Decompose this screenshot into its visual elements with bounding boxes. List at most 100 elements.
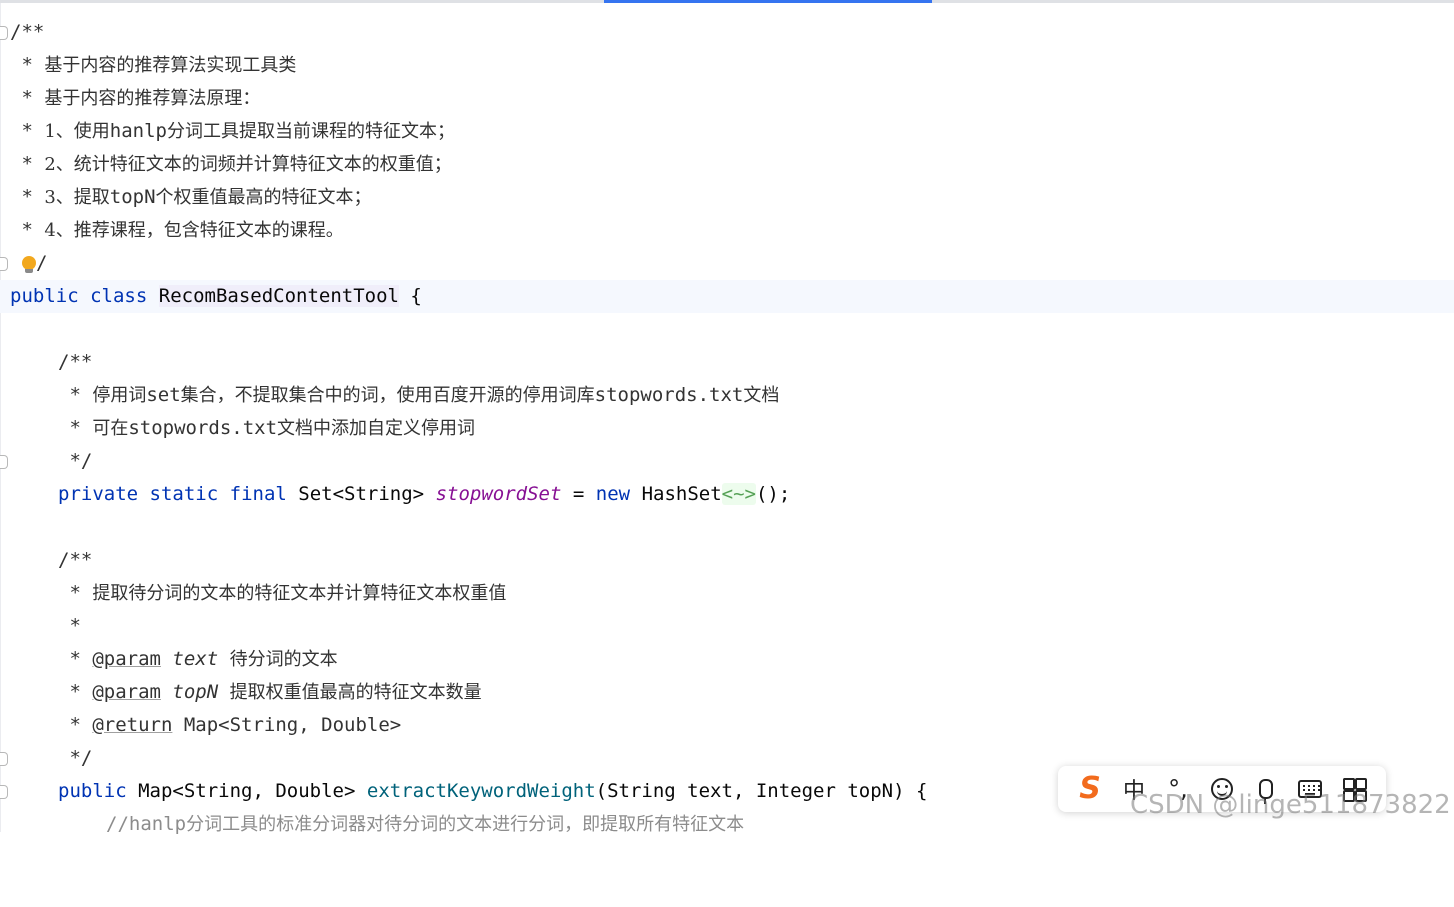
- doc-comment-line: *: [58, 615, 81, 637]
- code-line[interactable]: *: [0, 610, 1454, 643]
- class-name[interactable]: RecomBasedContentTool: [158, 285, 399, 307]
- code-line[interactable]: */: [0, 445, 1454, 478]
- comment-text: 提取待分词的文本的特征文本并计算特征文本权重值: [92, 583, 507, 604]
- comment-text: 4、: [44, 220, 74, 241]
- field-name[interactable]: stopwordSet: [436, 483, 562, 505]
- doc-comment-line: * 基于内容的推荐算法实现工具类: [10, 54, 297, 76]
- doc-comment-open: /**: [58, 351, 93, 373]
- code-line[interactable]: /**: [0, 346, 1454, 379]
- code-line[interactable]: * 基于内容的推荐算法原理：: [0, 82, 1454, 115]
- comment-close: /: [36, 252, 48, 274]
- fold-marker-icon[interactable]: [0, 752, 8, 766]
- constructor-name: HashSet: [641, 483, 722, 505]
- code-line[interactable]: * 4、推荐课程，包含特征文本的课程。: [0, 214, 1454, 247]
- type-name: Map<String, Double>: [138, 780, 356, 802]
- keyword: private: [58, 483, 139, 505]
- type-name: Set<String>: [298, 483, 425, 505]
- class-declaration: public class RecomBasedContentTool {: [10, 280, 422, 313]
- comment-close: */: [69, 747, 93, 769]
- doc-comment-line: * 停用词set集合，不提取集合中的词，使用百度开源的停用词库stopwords…: [58, 384, 780, 406]
- param-name: text: [172, 648, 219, 670]
- comment-text: 提取: [73, 187, 110, 208]
- doc-comment-line: * 2、统计特征文本的词频并计算特征文本的权重值；: [10, 153, 452, 175]
- comment-text: 1、使用: [44, 121, 110, 142]
- comment-text: 统计特征文本的词频并计算特征文本的权重值；: [73, 154, 452, 175]
- javadoc-tag: @param: [92, 681, 161, 703]
- comment-text: 基于内容的推荐算法实现工具类: [44, 55, 297, 76]
- code-line[interactable]: * @param text 待分词的文本: [0, 643, 1454, 676]
- code-line[interactable]: * 可在stopwords.txt文档中添加自定义停用词: [0, 412, 1454, 445]
- comment-code: set: [146, 384, 181, 406]
- doc-comment-line: * 3、提取topN个权重值最高的特征文本；: [10, 186, 372, 208]
- doc-comment-close: /: [10, 247, 47, 280]
- param-name: topN: [172, 681, 219, 703]
- line-comment: //hanlp分词工具的标准分词器对待分词的文本进行分词，即提取所有特征文本: [106, 808, 744, 841]
- lightbulb-icon[interactable]: [22, 256, 36, 273]
- fold-marker-icon[interactable]: [0, 785, 8, 799]
- keyword: static: [149, 483, 219, 505]
- keyword: new: [595, 483, 631, 505]
- code-line[interactable]: /: [0, 247, 1454, 280]
- code-line[interactable]: * 基于内容的推荐算法实现工具类: [0, 49, 1454, 82]
- comment-code: topN: [109, 186, 156, 208]
- comment-code: stopwords.txt: [594, 384, 744, 406]
- code-line[interactable]: * 提取待分词的文本的特征文本并计算特征文本权重值: [0, 577, 1454, 610]
- javadoc-tag: @param: [92, 648, 161, 670]
- code-line[interactable]: private static final Set<String> stopwor…: [0, 478, 1454, 511]
- code-line[interactable]: * 停用词set集合，不提取集合中的词，使用百度开源的停用词库stopwords…: [0, 379, 1454, 412]
- brace: {: [410, 285, 422, 307]
- comment-text: 3、: [44, 187, 74, 208]
- comment-text: 停用词: [92, 385, 147, 406]
- code-line-empty[interactable]: [0, 313, 1454, 346]
- fold-marker-icon[interactable]: [0, 455, 8, 469]
- active-tab-indicator[interactable]: [604, 0, 932, 3]
- csdn-watermark: CSDN @linge511873822: [1130, 790, 1451, 820]
- grid-square: [1343, 778, 1355, 790]
- doc-comment-line: * @return Map<String, Double>: [58, 714, 402, 736]
- code-line[interactable]: * 1、使用hanlp分词工具提取当前课程的特征文本；: [0, 115, 1454, 148]
- ime-logo-button[interactable]: S: [1074, 773, 1106, 805]
- code-line[interactable]: * @param topN 提取权重值最高的特征文本数量: [0, 676, 1454, 709]
- javadoc-tag: @return: [92, 714, 173, 736]
- comment-text: 分词工具提取当前课程的特征文本；: [166, 121, 455, 142]
- field-declaration: private static final Set<String> stopwor…: [58, 478, 790, 511]
- doc-comment-line: * 基于内容的推荐算法原理：: [10, 87, 261, 109]
- doc-comment-close: */: [58, 742, 92, 775]
- comment-text: 2、: [44, 154, 74, 175]
- comment-text: 个权重值最高的特征文本；: [155, 187, 372, 208]
- method-declaration: public Map<String, Double> extractKeywor…: [58, 775, 927, 808]
- grid-square: [1355, 778, 1367, 790]
- code-line[interactable]: * 3、提取topN个权重值最高的特征文本；: [0, 181, 1454, 214]
- method-name[interactable]: extractKeywordWeight: [367, 780, 596, 802]
- comment-text: 提取权重值最高的特征文本数量: [229, 682, 482, 703]
- doc-comment-line: * 4、推荐课程，包含特征文本的课程。: [10, 219, 344, 241]
- doc-comment-line: * 可在stopwords.txt文档中添加自定义停用词: [58, 417, 476, 439]
- code-line[interactable]: /**: [0, 16, 1454, 49]
- fold-marker-icon[interactable]: [0, 26, 8, 40]
- code-editor[interactable]: /** * 基于内容的推荐算法实现工具类 * 基于内容的推荐算法原理： * 1、…: [0, 16, 1454, 841]
- comment-code: stopwords.txt: [128, 417, 278, 439]
- doc-comment-open: /**: [58, 549, 93, 571]
- comment-text: 待分词的文本: [229, 649, 338, 670]
- doc-comment-line: * 提取待分词的文本的特征文本并计算特征文本权重值: [58, 582, 507, 604]
- comment-text: 文档: [743, 385, 780, 406]
- doc-comment-line: * @param text 待分词的文本: [58, 648, 338, 670]
- doc-comment-open: /**: [10, 21, 45, 43]
- fold-marker-icon[interactable]: [0, 257, 8, 271]
- diamond-hint[interactable]: <~>: [721, 483, 756, 505]
- keyword: final: [229, 483, 287, 505]
- comment-text: 推荐课程，包含特征文本的课程。: [73, 220, 344, 241]
- code-line[interactable]: /**: [0, 544, 1454, 577]
- keyword: class: [90, 285, 148, 307]
- method-params: (String text, Integer topN) {: [595, 780, 928, 802]
- code-line-empty[interactable]: [0, 511, 1454, 544]
- sogou-logo-icon: S: [1079, 771, 1101, 806]
- code-line-current[interactable]: public class RecomBasedContentTool {: [0, 280, 1454, 313]
- code-line[interactable]: * @return Map<String, Double>: [0, 709, 1454, 742]
- doc-comment-line: * 1、使用hanlp分词工具提取当前课程的特征文本；: [10, 120, 455, 142]
- code-line[interactable]: * 2、统计特征文本的词频并计算特征文本的权重值；: [0, 148, 1454, 181]
- operator: =: [572, 483, 585, 505]
- doc-comment-line: * @param topN 提取权重值最高的特征文本数量: [58, 681, 482, 703]
- keyword: public: [10, 285, 79, 307]
- return-desc: Map<String, Double>: [183, 714, 402, 736]
